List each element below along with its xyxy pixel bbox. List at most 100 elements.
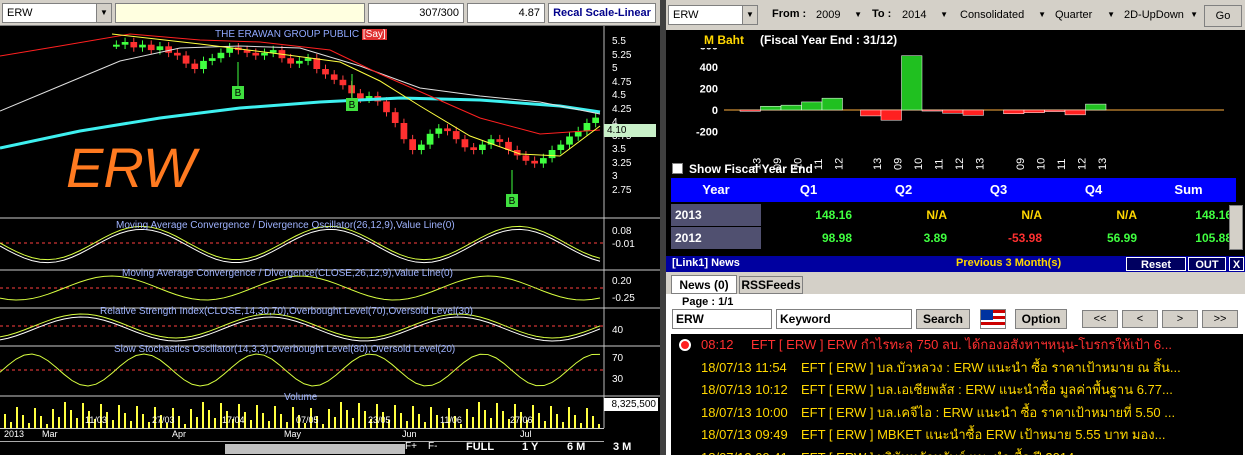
go-button[interactable]: Go [1204,5,1242,27]
range-1y-button[interactable]: 1 Y [522,441,538,453]
candle [296,60,303,64]
fin-bar [880,109,902,121]
next-page-button[interactable]: > [1162,310,1198,328]
period-select[interactable]: Quarter ▼ [1051,5,1117,25]
candle [217,52,225,59]
view-select[interactable]: 2D-UpDown ▼ [1120,5,1200,25]
recal-scale-button[interactable]: Recal Scale-Linear [548,3,656,23]
bar-counter-text: 307/300 [419,7,459,19]
news-text: EFT [ ERW ] บล.เคจีไอ : ERW แนะนำ ซื้อ ร… [801,404,1176,420]
search-button[interactable]: Search [916,309,970,329]
price-field[interactable]: 4.87 [467,3,545,23]
news-item[interactable]: 18/07/13 09:41 EFT [ ERW ] บริษัทหลักทรัพ… [671,447,1243,455]
first-page-button[interactable]: << [1082,310,1118,328]
volume-bar [334,417,336,428]
volume-bar [208,410,210,428]
chevron-down-icon[interactable]: ▼ [96,4,111,22]
news-time: 18/07/13 09:49 [701,427,788,442]
out-button[interactable]: OUT [1188,257,1226,271]
news-item[interactable]: 18/07/13 10:12 EFT [ ERW ] บล.เอเซียพลัส … [671,379,1243,401]
fin-symbol-select[interactable]: ERW ▼ [668,5,758,25]
volume-bar [556,414,558,428]
thai-flag-icon[interactable] [980,309,1006,329]
to-year-select[interactable]: 2014 ▼ [898,5,950,25]
previous-months-label: Previous 3 Month(s) [956,257,1062,269]
candle [191,63,199,69]
financial-panel: ERW ▼ From : 2009 ▼ To : 2014 ▼ Consolidat… [666,0,1245,252]
month-label: Mar [42,429,58,439]
volume-bar [58,417,60,428]
candle [339,79,347,86]
news-time: 18/07/13 09:41 [701,447,788,455]
volume-bar [124,413,126,428]
fin-bar [1064,109,1086,116]
news-item[interactable]: 18/07/13 10:00 EFT [ ERW ] บล.เคจีไอ : ER… [671,402,1243,424]
from-year-select[interactable]: 2009 ▼ [812,5,864,25]
tab-news[interactable]: News (0) [671,275,737,294]
fin-bar [942,109,964,114]
volume-bar [34,408,36,428]
indicator-tick: 0.20 [612,276,632,287]
bar-counter: 307/300 [368,3,464,23]
consolidation-value: Consolidated [960,9,1025,21]
candle [208,58,216,61]
price-tick: 5.5 [612,36,626,47]
volume-bar [142,414,144,428]
keyword-input[interactable]: Keyword [776,309,912,329]
indicator-title: Moving Average Convergence / Divergence … [116,220,455,231]
candle [200,60,207,69]
indicator-title: Relative Strength Index(CLOSE,14,30,70),… [100,306,473,317]
price-tick: 4.5 [612,90,626,101]
prev-page-button[interactable]: < [1122,310,1158,328]
volume-bar [22,415,24,428]
volume-bar [484,410,486,428]
news-item[interactable]: 18/07/13 09:49 EFT [ ERW ] MBKET แนะนำซื้… [671,424,1243,446]
news-text: EFT [ ERW ] บล.บัวหลวง : ERW แนะนำ ซื้อ … [801,359,1181,375]
close-icon[interactable]: X [1229,257,1244,271]
table-cell: N/A [1046,204,1141,226]
volume-bar [586,408,588,428]
chart-symbol-select[interactable]: ERW ▼ [2,3,112,23]
table-header: Q3 [951,178,1046,202]
page-label: Page : 1/1 [682,296,734,308]
volume-bar [394,405,396,428]
price-field-text: 4.87 [518,7,540,19]
date-label: 11/06 [440,415,462,425]
news-list[interactable]: 08:12 EFT [ ERW ] ERW กำไรทะลุ 750 ลบ. ได… [671,334,1243,455]
table-scrollbar[interactable] [1229,205,1243,250]
candle [592,117,599,123]
volume-bar [4,414,6,428]
tab-rssfeeds[interactable]: RSSFeeds [739,276,803,294]
candle [461,139,469,148]
chevron-down-icon[interactable]: ▼ [742,6,757,24]
show-fiscal-checkbox[interactable] [672,163,683,174]
candle [583,123,591,132]
news-symbol-input[interactable]: ERW [672,309,772,329]
alert-icon [679,339,691,351]
candle [548,150,556,159]
news-item[interactable]: 08:12 EFT [ ERW ] ERW กำไรทะลุ 750 ลบ. ได… [671,334,1243,356]
fin-bar [760,105,782,111]
candle [287,58,294,64]
say-badge[interactable]: [Say] [361,29,387,40]
reset-button[interactable]: Reset [1126,257,1186,271]
consolidation-select[interactable]: Consolidated ▼ [956,5,1048,25]
last-page-button[interactable]: >> [1202,310,1238,328]
fin-bar [1003,109,1025,115]
fin-bar [780,104,802,111]
volume-bar [496,403,498,428]
buy-marker-label: B [509,196,516,207]
range-6m-button[interactable]: 6 M [567,441,585,453]
range-scroll-thumb[interactable] [225,444,405,454]
volume-bar [178,416,180,428]
news-item[interactable]: 18/07/13 11:54 EFT [ ERW ] บล.บัวหลวง : E… [671,357,1243,379]
fin-x-label: 12 [833,158,845,170]
zoom-out-icon[interactable]: F- [428,441,442,455]
zoom-in-icon[interactable]: F+ [405,441,419,455]
volume-bar [274,406,276,428]
chevron-down-icon: ▼ [940,10,948,19]
volume-bar [118,405,120,428]
option-button[interactable]: Option [1015,309,1067,329]
range-full-button[interactable]: FULL [466,441,494,453]
range-3m-button[interactable]: 3 M [613,441,631,453]
